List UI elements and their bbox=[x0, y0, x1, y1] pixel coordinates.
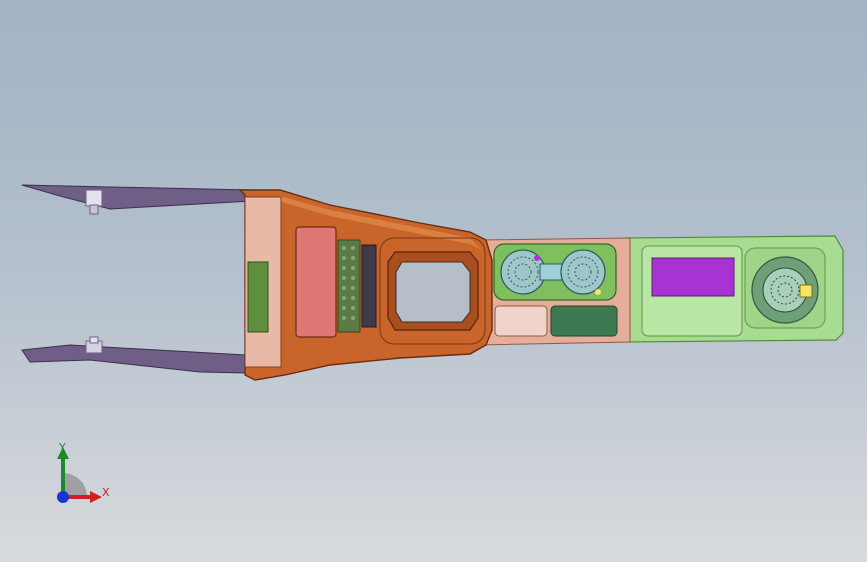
coordinate-triad: Y X bbox=[40, 435, 130, 515]
upper-stud bbox=[85, 189, 103, 215]
storage-pad bbox=[295, 226, 337, 338]
cupholder-clip bbox=[595, 289, 601, 295]
y-axis-label: Y bbox=[59, 441, 66, 454]
rear-bin-latch bbox=[799, 284, 813, 298]
triad-graphic bbox=[57, 447, 102, 503]
console-model[interactable] bbox=[0, 0, 867, 562]
lower-stud bbox=[85, 336, 103, 354]
coin-tray-left bbox=[494, 305, 548, 337]
speaker-grille bbox=[337, 239, 361, 333]
x-axis-head bbox=[90, 491, 102, 503]
rear-lid-pad bbox=[651, 257, 735, 297]
x-axis-label: X bbox=[102, 486, 110, 499]
button-column bbox=[361, 244, 377, 328]
switch-module bbox=[247, 261, 269, 333]
cad-viewport[interactable]: Y X bbox=[0, 0, 867, 562]
upper-rail bbox=[21, 184, 253, 210]
coin-tray-right bbox=[550, 305, 618, 337]
lower-rail bbox=[21, 344, 247, 374]
cupholder-clip bbox=[534, 255, 540, 261]
shifter-cutout bbox=[395, 261, 471, 323]
z-axis-dot bbox=[57, 491, 69, 503]
